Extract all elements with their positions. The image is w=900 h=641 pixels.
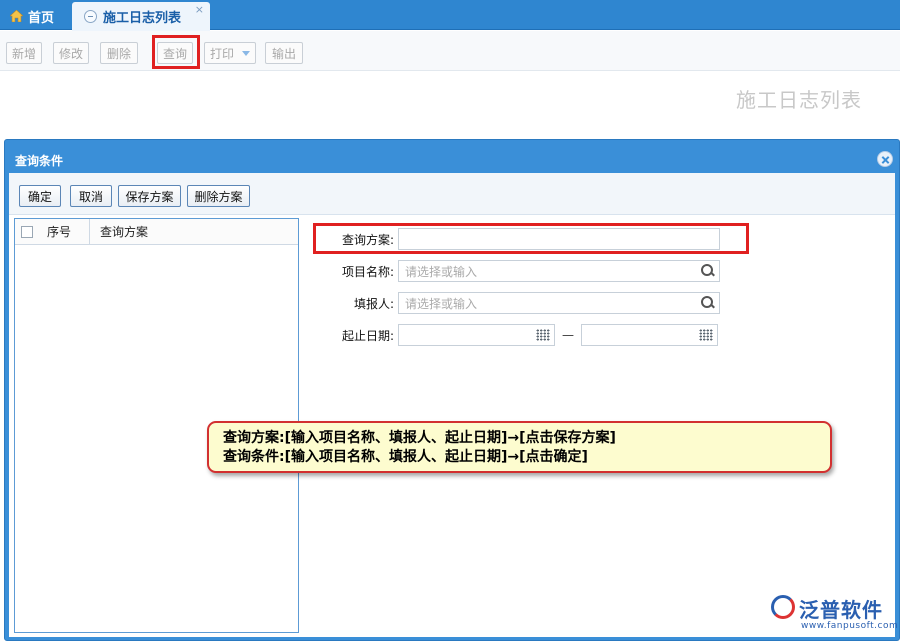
select-all-checkbox[interactable] [21, 225, 33, 238]
add-button[interactable]: 新增 [6, 42, 42, 64]
reporter-placeholder: 请选择或输入 [405, 296, 478, 311]
print-button-label: 打印 [209, 46, 234, 61]
main-toolbar: 新增 修改 删除 查询 打印 输出 [0, 31, 900, 71]
logo-name: 泛普软件 [799, 598, 883, 622]
reporter-row: 填报人: 请选择或输入 [318, 292, 720, 314]
instruction-callout: 查询方案:[输入项目名称、填报人、起止日期]→[点击保存方案] 查询条件:[输入… [207, 421, 832, 473]
column-header-seq[interactable]: 序号 [33, 218, 90, 245]
tab-home-label: 首页 [28, 10, 55, 26]
delete-scheme-button[interactable]: 删除方案 [187, 185, 250, 207]
brand-logo: 泛普软件 www.fanpusoft.com [769, 591, 899, 635]
end-date-input[interactable] [581, 324, 718, 346]
cancel-button[interactable]: 取消 [70, 185, 112, 207]
reporter-label: 填报人: [353, 296, 394, 311]
tab-construction-log-list[interactable]: 施工日志列表 × [72, 2, 210, 31]
calendar-icon[interactable] [699, 329, 713, 341]
page-icon [84, 10, 97, 23]
column-header-scheme[interactable]: 查询方案 [90, 223, 148, 240]
close-icon[interactable]: × [195, 3, 204, 16]
search-icon[interactable] [701, 264, 715, 278]
chevron-down-icon [242, 50, 250, 56]
delete-button[interactable]: 删除 [100, 42, 138, 64]
list-header: 序号 查询方案 [15, 218, 298, 245]
tab-bar: 首页 施工日志列表 × [0, 0, 900, 31]
edit-button[interactable]: 修改 [53, 42, 89, 64]
reporter-input[interactable]: 请选择或输入 [398, 292, 720, 314]
callout-line-1: 查询方案:[输入项目名称、填报人、起止日期]→[点击保存方案] [223, 430, 616, 446]
query-dialog: 查询条件 确定 取消 保存方案 删除方案 序号 查询方案 [4, 139, 900, 641]
print-button[interactable]: 打印 [204, 42, 256, 64]
calendar-icon[interactable] [536, 329, 550, 341]
dialog-title: 查询条件 [15, 154, 64, 168]
search-icon[interactable] [701, 296, 715, 310]
date-range-label: 起止日期: [341, 328, 394, 343]
project-row: 项目名称: 请选择或输入 [318, 260, 720, 282]
project-placeholder: 请选择或输入 [405, 264, 478, 279]
date-range-row: 起止日期: — [318, 324, 718, 346]
project-input[interactable]: 请选择或输入 [398, 260, 720, 282]
close-icon[interactable] [877, 151, 893, 167]
date-separator: — [562, 328, 574, 342]
tab-home[interactable]: 首页 [0, 2, 70, 30]
confirm-button[interactable]: 确定 [19, 185, 61, 207]
save-scheme-button[interactable]: 保存方案 [118, 185, 181, 207]
start-date-input[interactable] [398, 324, 555, 346]
query-button-highlight [152, 35, 200, 69]
home-icon [10, 10, 23, 22]
callout-line-2: 查询条件:[输入项目名称、填报人、起止日期]→[点击确定] [223, 449, 588, 465]
export-button[interactable]: 输出 [265, 42, 303, 64]
page-title: 施工日志列表 [736, 88, 862, 112]
project-label: 项目名称: [341, 264, 394, 279]
dialog-toolbar: 确定 取消 保存方案 删除方案 [9, 173, 895, 215]
scheme-input-highlight [313, 223, 749, 254]
tab-active-label: 施工日志列表 [103, 11, 182, 26]
logo-mark-icon [771, 595, 795, 619]
logo-url: www.fanpusoft.com [801, 621, 899, 631]
